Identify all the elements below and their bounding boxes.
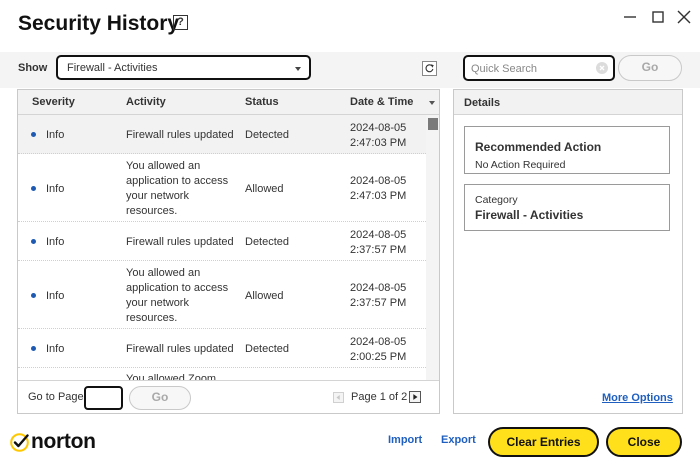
table-scrollbar[interactable] (426, 115, 439, 380)
severity-cell: Info (46, 343, 65, 355)
datetime-cell: 2024-08-05 2:00:25 PM (350, 336, 407, 363)
chevron-down-icon (295, 67, 301, 71)
minimize-icon[interactable] (620, 8, 640, 26)
history-table: Severity Activity Status Date & Time Inf… (17, 89, 440, 414)
table-row[interactable]: Info Firewall rules updated Detected 202… (18, 222, 426, 261)
datetime-cell: 2024-08-05 2:47:03 PM (350, 122, 407, 149)
maximize-icon[interactable] (648, 8, 668, 26)
activity-cell: Firewall rules updated (126, 129, 234, 141)
clear-entries-button[interactable]: Clear Entries (488, 427, 599, 457)
quick-search-box[interactable] (463, 55, 615, 81)
table-row[interactable]: Info You allowed an application to acces… (18, 154, 426, 222)
details-title: Details (464, 97, 501, 109)
info-dot-icon (31, 346, 36, 351)
import-link[interactable]: Import (388, 434, 422, 446)
brand-name: norton (31, 430, 96, 453)
severity-cell: Info (46, 290, 65, 302)
datetime-cell: 2024-08-05 2:37:57 PM (350, 229, 407, 256)
info-dot-icon (31, 239, 36, 244)
filter-selected-value: Firewall - Activities (67, 62, 158, 74)
page-indicator: Page 1 of 2 (351, 391, 408, 403)
bottom-bar: norton Import Export Clear Entries Close (0, 420, 700, 465)
status-column-header[interactable]: Status (245, 96, 279, 108)
severity-cell: Info (46, 129, 65, 141)
details-header: Details (454, 90, 682, 115)
recommended-action-box: Recommended Action No Action Required (464, 126, 670, 174)
activity-cell: You allowed an application to access you… (126, 267, 229, 324)
table-row[interactable]: Info You allowed an application to acces… (18, 261, 426, 329)
status-cell: Allowed (245, 290, 284, 302)
table-header: Severity Activity Status Date & Time (18, 90, 439, 115)
info-dot-icon (31, 186, 36, 191)
window-title: Security History (18, 12, 180, 35)
sort-descending-icon[interactable] (429, 101, 435, 105)
datetime-cell: 2024-08-05 2:47:03 PM (350, 175, 407, 202)
table-body: Info Firewall rules updated Detected 202… (18, 115, 426, 380)
datetime-column-header[interactable]: Date & Time (350, 96, 413, 108)
status-cell: Detected (245, 236, 290, 248)
status-cell: Detected (245, 129, 290, 141)
page-number-input[interactable] (84, 386, 123, 410)
category-label: Category (475, 194, 518, 206)
toolbar: Show Firewall - Activities Go (0, 52, 700, 88)
datetime-cell: 2024-08-05 2:37:57 PM (350, 282, 407, 309)
close-icon[interactable] (674, 8, 694, 26)
goto-page-label: Go to Page: (28, 391, 87, 403)
search-input[interactable] (471, 62, 591, 76)
refresh-icon[interactable] (422, 61, 437, 76)
more-options-link[interactable]: More Options (602, 392, 673, 404)
title-bar: Security History ? (0, 0, 700, 52)
info-dot-icon (31, 293, 36, 298)
table-row[interactable]: You allowed Zoom (18, 368, 426, 380)
table-row[interactable]: Info Firewall rules updated Detected 202… (18, 329, 426, 368)
table-row[interactable]: Info Firewall rules updated Detected 202… (18, 115, 426, 154)
previous-page-icon[interactable] (333, 392, 344, 403)
help-icon[interactable]: ? (173, 15, 188, 30)
norton-check-icon (10, 433, 29, 452)
goto-page-go-button[interactable]: Go (129, 386, 191, 410)
status-cell: Detected (245, 343, 290, 355)
activity-cell: Firewall rules updated (126, 343, 234, 355)
activity-cell: You allowed an application to access you… (126, 160, 229, 217)
category-value: Firewall - Activities (475, 208, 584, 222)
recommended-action-value: No Action Required (475, 159, 566, 171)
search-go-button[interactable]: Go (618, 55, 682, 81)
scrollbar-thumb[interactable] (428, 118, 438, 130)
clear-search-icon[interactable] (596, 62, 608, 74)
status-cell: Allowed (245, 183, 284, 195)
activity-cell: Firewall rules updated (126, 236, 234, 248)
activity-column-header[interactable]: Activity (126, 96, 166, 108)
next-page-icon[interactable] (409, 391, 421, 403)
details-panel: Details Recommended Action No Action Req… (453, 89, 683, 414)
severity-column-header[interactable]: Severity (32, 96, 75, 108)
activity-cell: You allowed Zoom (126, 373, 217, 380)
recommended-action-title: Recommended Action (475, 140, 602, 154)
activity-filter-dropdown[interactable]: Firewall - Activities (56, 55, 311, 80)
severity-cell: Info (46, 183, 65, 195)
category-box: Category Firewall - Activities (464, 184, 670, 231)
pagination-bar: Go to Page: Go Page 1 of 2 (18, 380, 439, 413)
info-dot-icon (31, 132, 36, 137)
severity-cell: Info (46, 236, 65, 248)
show-label: Show (18, 62, 48, 74)
export-link[interactable]: Export (441, 434, 476, 446)
close-button[interactable]: Close (606, 427, 682, 457)
